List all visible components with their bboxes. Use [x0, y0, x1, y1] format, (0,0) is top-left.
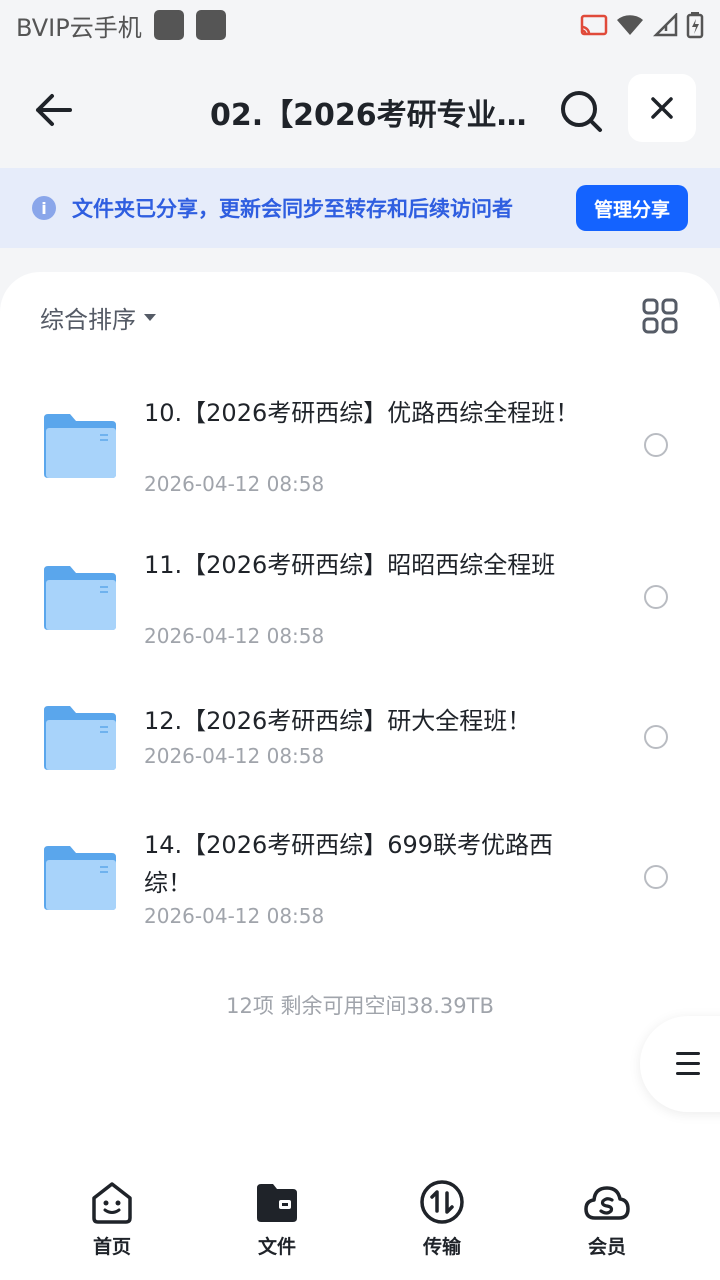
- file-row[interactable]: 11.【2026考研西综】昭昭西综全程班 2026-04-12 08:58: [0, 536, 720, 666]
- carrier-label: BVIP云手机: [16, 13, 142, 42]
- nav-label: 文件: [257, 1236, 296, 1258]
- file-date: 2026-04-12 08:58: [144, 624, 325, 648]
- grid-view-button[interactable]: [642, 298, 678, 334]
- select-radio[interactable]: [644, 725, 668, 749]
- cloud-member-icon: [584, 1186, 630, 1220]
- page-title: 02.【2026考研专业…: [210, 98, 527, 132]
- file-name: 14.【2026考研西综】699联考优路西综！: [144, 831, 554, 897]
- storage-summary: 12项 剩余可用空间38.39TB: [226, 994, 494, 1018]
- select-radio[interactable]: [644, 865, 668, 889]
- nav-label: 会员: [587, 1236, 626, 1258]
- share-banner-text: 文件夹已分享，更新会同步至转存和后续访问者: [72, 197, 513, 221]
- folder-icon: [257, 1184, 297, 1222]
- file-row[interactable]: 10.【2026考研西综】优路西综全程班！ 2026-04-12 08:58: [0, 382, 720, 512]
- nav-item-transfer[interactable]: 传输: [392, 1178, 492, 1259]
- file-list-panel: 综合排序 10.【2026考研西综】优路西综全程班！ 2026-04-12 08…: [0, 272, 720, 1280]
- file-name: 10.【2026考研西综】优路西综全程班！: [144, 399, 580, 427]
- nav-item-member[interactable]: 会员: [557, 1178, 657, 1259]
- search-icon: [561, 91, 602, 132]
- home-face-icon: [92, 1182, 132, 1224]
- select-radio[interactable]: [644, 433, 668, 457]
- file-row[interactable]: 12.【2026考研西综】研大全程班！ 2026-04-12 08:58: [0, 686, 720, 796]
- file-date: 2026-04-12 08:58: [144, 744, 325, 768]
- cast-icon: [580, 14, 608, 36]
- nav-item-home[interactable]: 首页: [62, 1178, 162, 1259]
- manage-share-button[interactable]: 管理分享: [576, 185, 688, 231]
- close-icon: [651, 97, 673, 119]
- back-button[interactable]: [30, 86, 78, 134]
- search-button[interactable]: [556, 86, 606, 136]
- transfer-icon: [420, 1180, 464, 1224]
- grid-view-icon: [642, 298, 678, 334]
- header: 02.【2026考研专业…: [0, 60, 720, 160]
- bottom-nav: 首页 文件 传输 会员: [0, 1170, 720, 1280]
- info-icon: i: [32, 196, 56, 220]
- folder-icon: [44, 706, 116, 770]
- file-date: 2026-04-12 08:58: [144, 472, 325, 496]
- file-date: 2026-04-12 08:58: [144, 904, 325, 928]
- menu-fab-button[interactable]: [640, 1016, 720, 1112]
- nav-label: 传输: [422, 1236, 461, 1258]
- folder-icon: [44, 846, 116, 910]
- status-right: [580, 11, 704, 39]
- battery-icon: [686, 12, 704, 39]
- nav-item-files[interactable]: 文件: [227, 1178, 327, 1259]
- folder-icon: [44, 566, 116, 630]
- folder-icon: [44, 414, 116, 478]
- select-radio[interactable]: [644, 585, 668, 609]
- status-bar: BVIP云手机: [0, 0, 720, 50]
- share-banner: i 文件夹已分享，更新会同步至转存和后续访问者 管理分享: [0, 168, 720, 248]
- file-name: 11.【2026考研西综】昭昭西综全程班: [144, 551, 556, 579]
- menu-icon: [676, 1052, 700, 1082]
- app-square-icon: [195, 10, 226, 40]
- caret-down-icon: [144, 314, 156, 321]
- signal-icon: [652, 13, 678, 37]
- status-left: BVIP云手机: [16, 8, 226, 43]
- sort-dropdown[interactable]: 综合排序: [40, 300, 156, 335]
- nav-label: 首页: [92, 1236, 131, 1258]
- sort-label: 综合排序: [40, 306, 136, 334]
- back-arrow-icon: [36, 94, 72, 126]
- wifi-icon: [617, 15, 643, 35]
- file-row[interactable]: 14.【2026考研西综】699联考优路西综！ 2026-04-12 08:58: [0, 816, 720, 946]
- file-name: 12.【2026考研西综】研大全程班！: [144, 707, 532, 735]
- app-square-icon: [153, 10, 184, 40]
- close-button[interactable]: [628, 74, 696, 142]
